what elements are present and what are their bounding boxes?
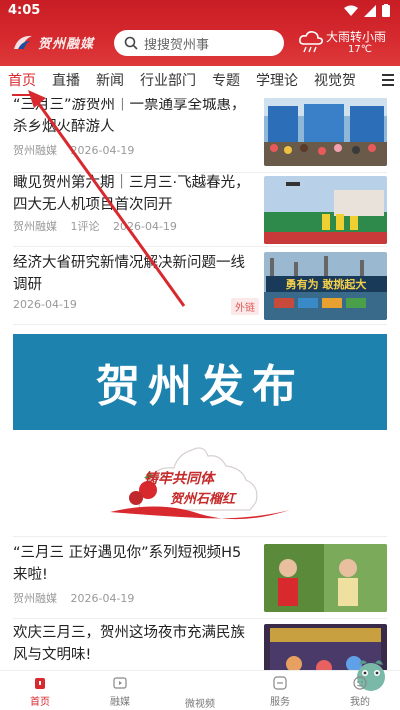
app-logo[interactable]: 贺州融媒 bbox=[12, 30, 102, 54]
news-feed: “三月三”游贺州｜一票通享全城惠，杀乡烟火醉游人 贺州融媒 2026-04-19 bbox=[0, 98, 400, 670]
weather-widget[interactable]: 大雨转小雨 17℃ bbox=[296, 26, 396, 60]
nav-profile[interactable]: 我的 bbox=[330, 675, 390, 708]
tab-theory[interactable]: 学理论 bbox=[256, 66, 298, 98]
bottom-navigation: 首页 融媒 微视频 服务 我的 bbox=[0, 660, 400, 710]
weather-temperature: 17℃ bbox=[348, 44, 372, 55]
nav-services[interactable]: 服务 bbox=[250, 675, 310, 708]
news-meta: 贺州融媒 1评论 2026-04-19 bbox=[13, 218, 187, 234]
nav-home-label: 首页 bbox=[30, 697, 50, 708]
news-item[interactable]: 经济大省研究新情况解决新问题一线调研 2026-04-19 外链 勇有为 敢挑起… bbox=[0, 246, 400, 322]
tab-home[interactable]: 首页 bbox=[8, 66, 36, 98]
news-thumbnail bbox=[264, 176, 387, 244]
thumbnail-caption: 勇有为 敢挑起大 bbox=[286, 277, 367, 291]
news-thumbnail: 勇有为 敢挑起大 bbox=[264, 252, 387, 320]
promo-subtitle: 贺州石榴红 bbox=[170, 492, 236, 507]
divider bbox=[13, 618, 387, 619]
news-source: 贺州融媒 bbox=[13, 144, 57, 157]
tab-news[interactable]: 新闻 bbox=[96, 66, 124, 98]
banner-title: 贺州发布 bbox=[96, 361, 304, 412]
nav-media[interactable]: 融媒 bbox=[90, 675, 150, 708]
news-source: 贺州融媒 bbox=[13, 592, 57, 605]
nav-services-label: 服务 bbox=[270, 697, 290, 708]
news-title: 瞰见贺州第六期｜三月三·飞越春光，四大无人机项目首次同开 bbox=[13, 175, 250, 213]
news-thumbnail bbox=[264, 98, 387, 166]
app-screen: 4:05 贺州融媒 搜搜贺州事 大雨转小雨 17℃ 首页 直播 新闻 行业部门 … bbox=[0, 0, 400, 710]
news-comments: 1评论 bbox=[70, 220, 100, 233]
nav-profile-label: 我的 bbox=[350, 697, 370, 708]
promo-title: 铸牢共同体 bbox=[144, 471, 214, 487]
wifi-icon bbox=[344, 5, 358, 16]
profile-icon bbox=[353, 676, 367, 690]
tabs-menu-icon[interactable] bbox=[382, 74, 394, 88]
news-title: 经济大省研究新情况解决新问题一线调研 bbox=[13, 255, 245, 293]
tab-live[interactable]: 直播 bbox=[52, 66, 80, 98]
external-link-badge: 外链 bbox=[231, 298, 259, 315]
app-header: 4:05 贺州融媒 搜搜贺州事 大雨转小雨 17℃ bbox=[0, 0, 400, 66]
news-item[interactable]: “三月三 正好遇见你”系列短视频H5来啦! 贺州融媒 2026-04-19 bbox=[0, 540, 400, 616]
news-date: 2026-04-19 bbox=[13, 298, 77, 311]
hezhou-release-banner[interactable]: 贺州发布 bbox=[13, 334, 387, 430]
logo-text: 贺州融媒 bbox=[38, 36, 95, 52]
news-item[interactable]: “三月三”游贺州｜一票通享全城惠，杀乡烟火醉游人 贺州融媒 2026-04-19 bbox=[0, 98, 400, 172]
tab-topics[interactable]: 专题 bbox=[212, 66, 240, 98]
status-time: 4:05 bbox=[8, 3, 41, 18]
nav-media-label: 融媒 bbox=[110, 697, 130, 708]
news-date: 2026-04-19 bbox=[113, 220, 177, 233]
news-date: 2026-04-19 bbox=[70, 144, 135, 157]
news-thumbnail bbox=[264, 544, 387, 612]
services-icon bbox=[273, 676, 287, 690]
news-meta: 贺州融媒 2026-04-19 bbox=[13, 142, 144, 158]
tab-visual[interactable]: 视觉贺 bbox=[314, 66, 356, 98]
news-title: 欢庆三月三，贺州这场夜市充满民族风与文明味! bbox=[13, 625, 245, 663]
nav-micro-video-label: 微视频 bbox=[185, 699, 215, 710]
news-item[interactable]: 欢庆三月三，贺州这场夜市充满民族风与文明味! bbox=[0, 620, 400, 670]
divider bbox=[13, 324, 387, 325]
pomegranate-promo-graphic[interactable]: 铸牢共同体 贺州石榴红 bbox=[100, 440, 300, 524]
news-title: “三月三 正好遇见你”系列短视频H5来啦! bbox=[13, 545, 242, 583]
news-date: 2026-04-19 bbox=[70, 592, 135, 605]
signal-icon bbox=[364, 4, 376, 17]
channel-tabs: 首页 直播 新闻 行业部门 专题 学理论 视觉贺 bbox=[0, 66, 400, 98]
news-item[interactable]: 瞰见贺州第六期｜三月三·飞越春光，四大无人机项目首次同开 贺州融媒 1评论 20… bbox=[0, 172, 400, 246]
logo-mark-icon bbox=[14, 35, 32, 49]
status-icons bbox=[344, 4, 390, 17]
search-input[interactable]: 搜搜贺州事 bbox=[114, 30, 284, 56]
weather-description: 大雨转小雨 bbox=[326, 30, 387, 44]
battery-icon bbox=[382, 4, 390, 17]
news-meta: 2026-04-19 bbox=[13, 298, 87, 311]
status-bar: 4:05 bbox=[0, 0, 400, 24]
home-icon bbox=[35, 678, 45, 689]
search-placeholder: 搜搜贺州事 bbox=[144, 37, 210, 53]
news-meta: 贺州融媒 2026-04-19 bbox=[13, 590, 144, 606]
divider bbox=[13, 536, 387, 537]
news-title: “三月三”游贺州｜一票通享全城惠，杀乡烟火醉游人 bbox=[13, 98, 246, 135]
rain-cloud-icon bbox=[299, 31, 323, 53]
nav-micro-video[interactable]: 微视频 bbox=[170, 660, 385, 710]
search-icon bbox=[124, 36, 138, 50]
news-source: 贺州融媒 bbox=[13, 220, 57, 233]
tab-departments[interactable]: 行业部门 bbox=[140, 66, 196, 98]
nav-home[interactable]: 首页 bbox=[10, 675, 70, 708]
media-icon bbox=[113, 677, 127, 689]
